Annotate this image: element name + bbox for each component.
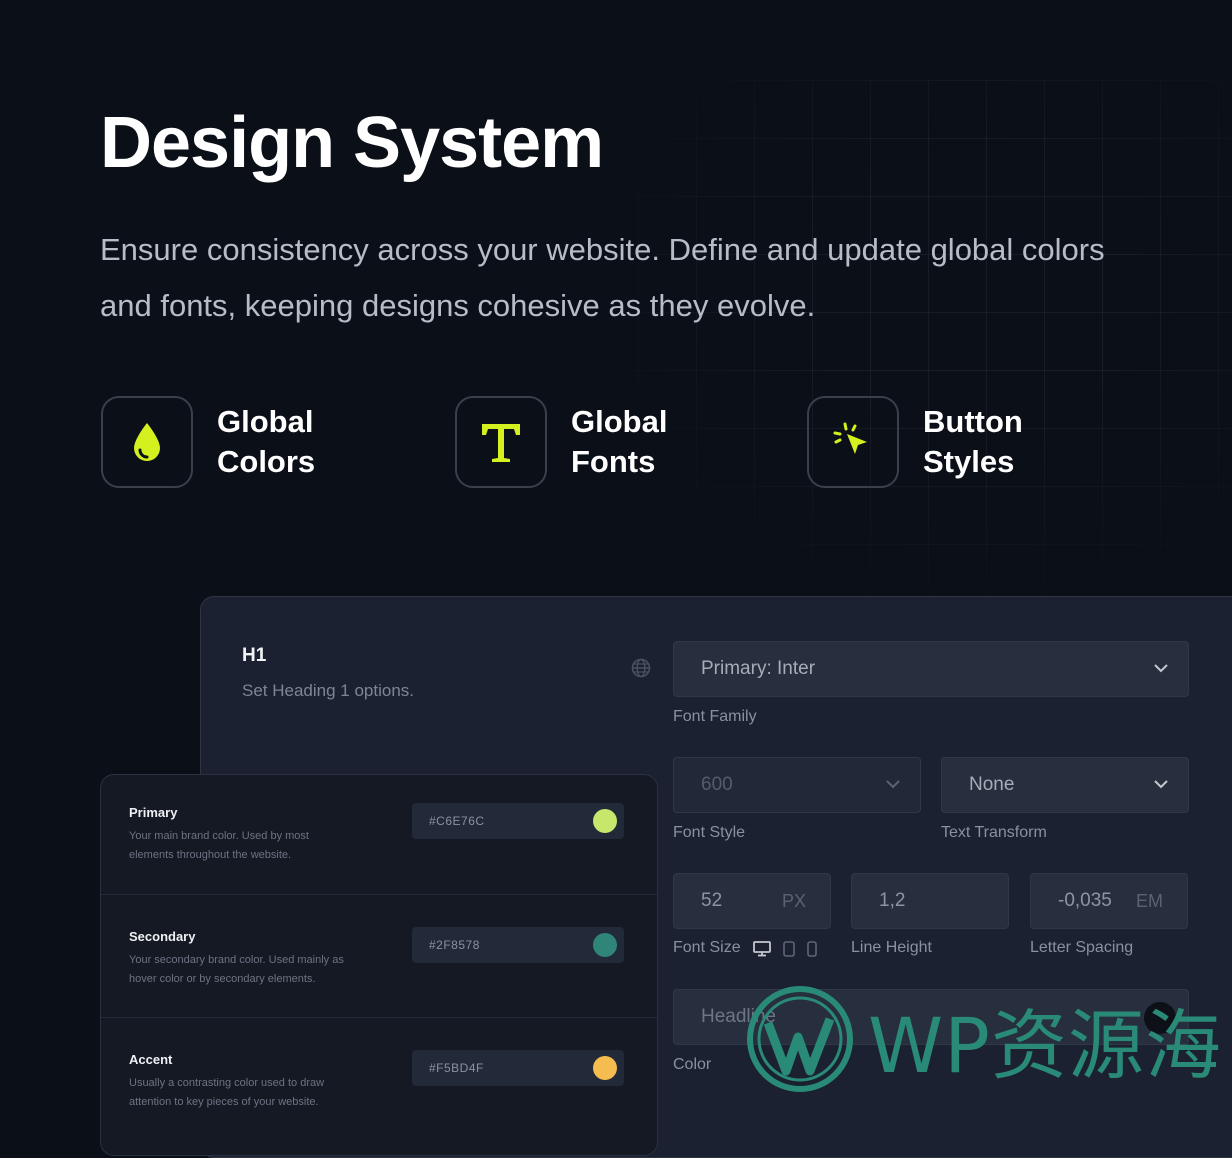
- color-description: Your secondary brand color. Used mainly …: [129, 954, 344, 985]
- color-name: Accent: [129, 1052, 173, 1067]
- feature-global-colors: Global Colors: [101, 396, 377, 488]
- feature-global-fonts: Global Fonts: [455, 396, 731, 488]
- feature-icon-box: [101, 396, 193, 488]
- divider: [101, 1017, 657, 1018]
- color-row-accent: Accent Usually a contrasting color used …: [101, 1022, 657, 1146]
- font-size-input[interactable]: 52 PX: [673, 873, 831, 929]
- color-swatch[interactable]: [593, 809, 617, 833]
- font-size-label: Font Size: [673, 939, 741, 956]
- text-transform-label: Text Transform: [941, 824, 1047, 841]
- color-row-primary: Primary Your main brand color. Used by m…: [101, 775, 657, 899]
- globe-icon[interactable]: [631, 658, 651, 678]
- text-transform-value: None: [969, 774, 1015, 795]
- page-subtitle: Ensure consistency across your website. …: [100, 232, 1105, 323]
- wordpress-logo-icon: [747, 986, 853, 1092]
- color-row-secondary: Secondary Your secondary brand color. Us…: [101, 899, 657, 1023]
- heading-description: Set Heading 1 options.: [242, 681, 415, 700]
- watermark: WP资源海: [746, 984, 1222, 1094]
- page-title: Design System: [100, 103, 604, 183]
- font-size-value: 52: [701, 890, 723, 911]
- watermark-text: WP资源海: [868, 1001, 1222, 1090]
- desktop-icon[interactable]: [753, 941, 771, 957]
- color-label: Color: [673, 1056, 712, 1073]
- font-family-select[interactable]: Primary: Inter: [673, 641, 1189, 697]
- font-size-unit: PX: [781, 890, 806, 911]
- divider: [101, 894, 657, 895]
- tablet-icon[interactable]: [783, 941, 795, 957]
- color-hex-input[interactable]: #C6E76C: [412, 803, 624, 839]
- color-hex-input[interactable]: #2F8578: [412, 927, 624, 963]
- color-swatch[interactable]: [593, 1056, 617, 1080]
- heading-level-label: H1: [242, 645, 267, 666]
- font-family-value: Primary: Inter: [701, 658, 816, 679]
- mobile-icon[interactable]: [807, 941, 817, 957]
- feature-button-styles: Button Styles: [807, 396, 1083, 488]
- hex-value: #F5BD4F: [429, 1061, 484, 1075]
- feature-label: Global Fonts: [571, 404, 668, 479]
- chevron-down-icon: [1154, 780, 1168, 789]
- color-description: Usually a contrasting color used to draw…: [129, 1077, 325, 1108]
- feature-icon-box: [807, 396, 899, 488]
- letter-spacing-label: Letter Spacing: [1030, 939, 1134, 956]
- line-height-input[interactable]: 1,2: [851, 873, 1009, 929]
- global-colors-panel: Primary Your main brand color. Used by m…: [100, 774, 658, 1156]
- feature-icon-box: [455, 396, 547, 488]
- letter-spacing-unit: EM: [1136, 890, 1163, 911]
- color-swatch[interactable]: [593, 933, 617, 957]
- letter-spacing-input[interactable]: -0,035 EM: [1030, 873, 1188, 929]
- font-style-label: Font Style: [673, 824, 746, 841]
- line-height-value: 1,2: [879, 890, 906, 911]
- chevron-down-icon: [886, 780, 900, 789]
- color-name: Primary: [129, 805, 178, 820]
- color-description: Your main brand color. Used by most elem…: [129, 830, 309, 861]
- hex-value: #2F8578: [429, 938, 480, 952]
- chevron-down-icon: [1154, 664, 1168, 673]
- font-style-value: 600: [701, 774, 733, 795]
- text-transform-select[interactable]: None: [941, 757, 1189, 813]
- typography-t-icon: [482, 424, 520, 462]
- color-name: Secondary: [129, 929, 196, 944]
- cursor-click-icon: [833, 422, 867, 454]
- font-family-label: Font Family: [673, 708, 757, 725]
- background-grid: [580, 80, 1232, 610]
- font-style-select[interactable]: 600: [673, 757, 921, 813]
- feature-label: Button Styles: [923, 404, 1023, 479]
- color-hex-input[interactable]: #F5BD4F: [412, 1050, 624, 1086]
- drop-icon: [134, 423, 160, 461]
- hex-value: #C6E76C: [429, 814, 485, 828]
- line-height-label: Line Height: [851, 939, 932, 956]
- letter-spacing-value: -0,035: [1058, 890, 1112, 911]
- feature-label: Global Colors: [217, 404, 316, 479]
